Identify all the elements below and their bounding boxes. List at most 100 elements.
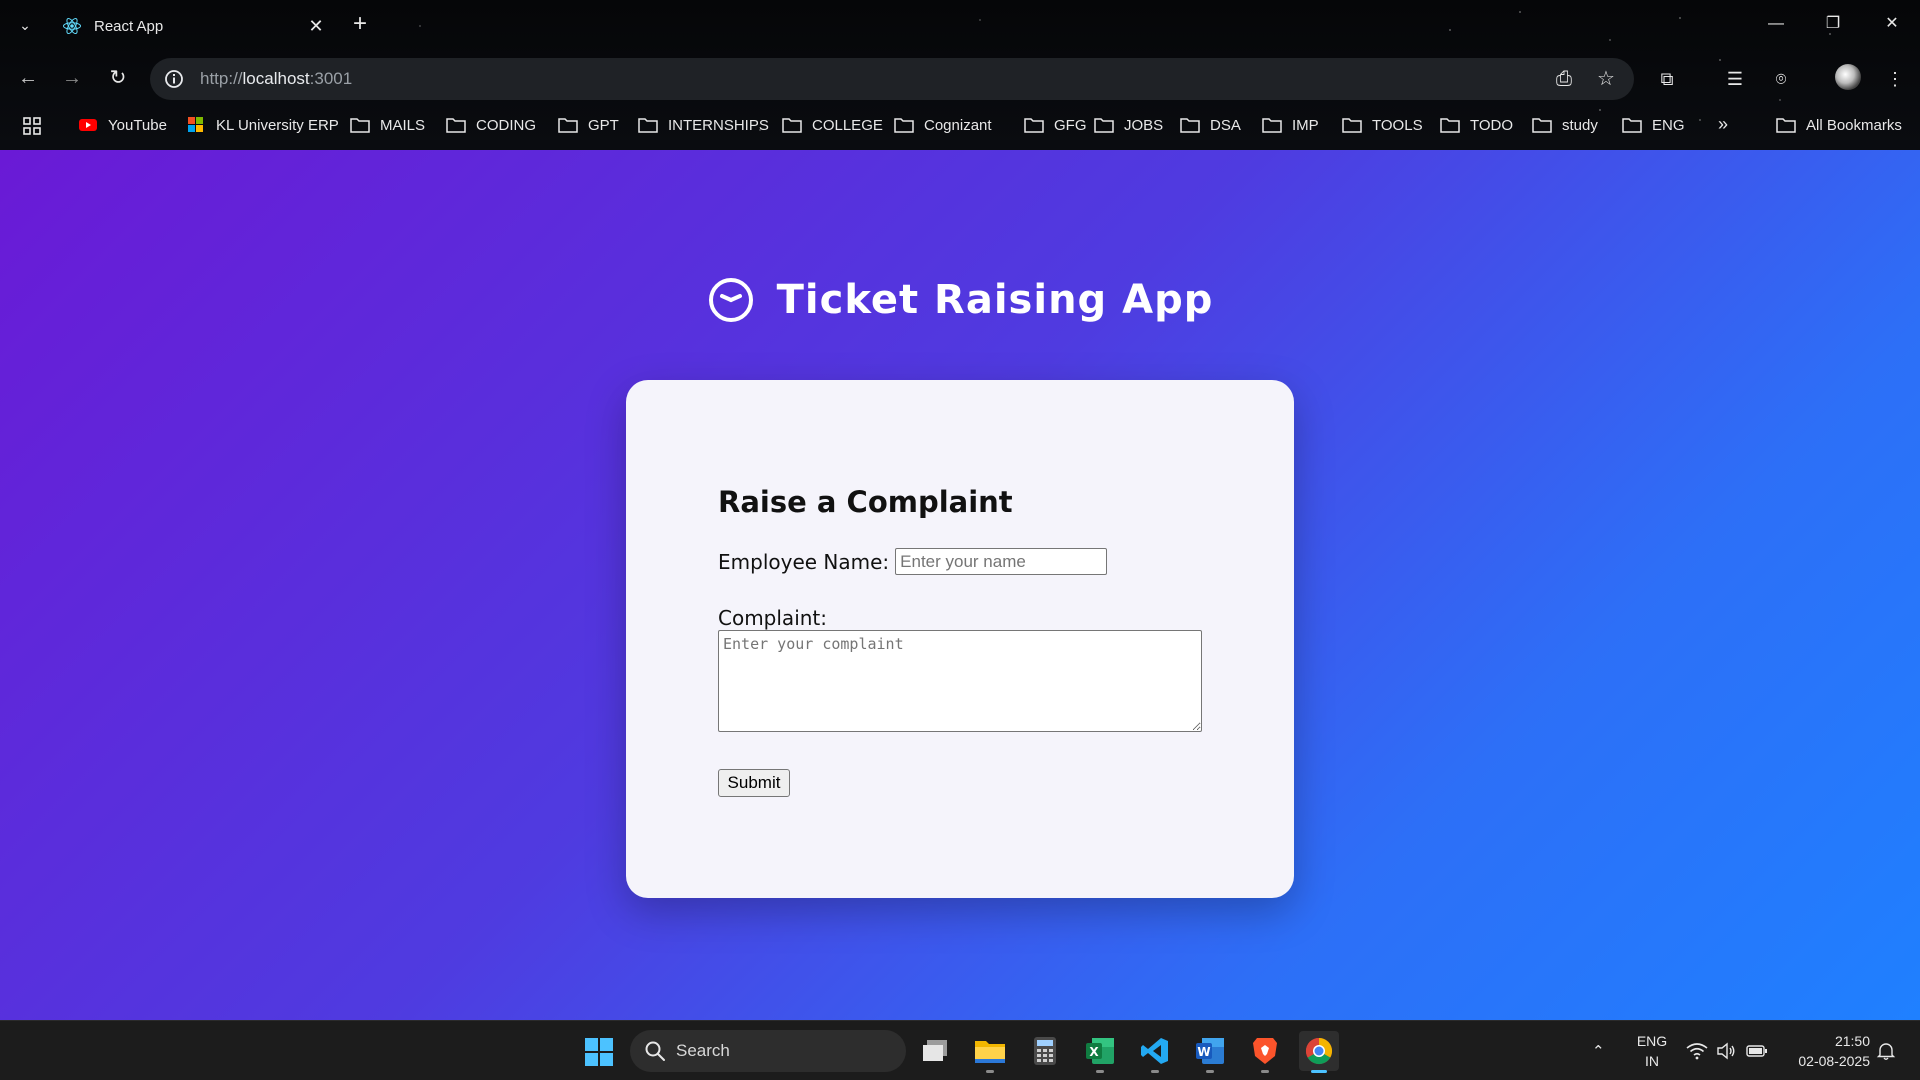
svg-text:W: W — [1197, 1045, 1210, 1059]
bookmark-label: MAILS — [380, 116, 426, 134]
bookmark-label: JOBS — [1124, 116, 1164, 134]
language-indicator[interactable]: ENG IN — [1634, 1031, 1670, 1071]
calculator-icon[interactable] — [1025, 1031, 1065, 1071]
all-bookmarks-button[interactable]: All Bookmarks — [1776, 114, 1902, 136]
bookmark-star-icon[interactable]: ☆ — [1594, 67, 1618, 91]
search-icon — [645, 1041, 665, 1061]
folder-icon — [1342, 118, 1362, 133]
more-bookmarks-chevron-icon[interactable]: » — [1718, 114, 1728, 135]
bookmark-gfg[interactable]: GFG — [1024, 114, 1087, 136]
bookmark-jobs[interactable]: JOBS — [1094, 114, 1163, 136]
screenshot-lens-icon[interactable]: ⌾ — [1768, 66, 1794, 92]
excel-icon[interactable]: X — [1080, 1031, 1120, 1073]
minimize-icon[interactable]: — — [1756, 10, 1796, 38]
install-app-icon[interactable]: ⎙ — [1552, 67, 1576, 91]
bookmark-imp[interactable]: IMP — [1262, 114, 1319, 136]
address-bar[interactable]: http://localhost:3001 ⎙ ☆ — [150, 58, 1634, 100]
forward-arrow-icon[interactable]: → — [58, 64, 86, 92]
bookmark-study[interactable]: study — [1532, 114, 1598, 136]
notifications-icon[interactable] — [1876, 1021, 1896, 1080]
windows-start-icon[interactable] — [584, 1037, 614, 1067]
employee-name-row: Employee Name: — [718, 548, 1108, 575]
youtube-icon — [79, 119, 97, 131]
folder-icon — [1094, 118, 1114, 133]
bookmark-label: YouTube — [108, 116, 167, 134]
bookmark-cognizant[interactable]: Cognizant — [894, 114, 992, 136]
new-tab-icon[interactable]: + — [353, 12, 367, 36]
react-logo-icon — [63, 17, 81, 35]
url-text: http://localhost:3001 — [200, 69, 353, 88]
volume-icon[interactable] — [1716, 1021, 1736, 1080]
system-clock[interactable]: 21:50 02-08-2025 — [1780, 1031, 1870, 1071]
bookmark-label: study — [1562, 116, 1598, 134]
app-header: Ticket Raising App — [0, 276, 1920, 324]
reading-list-icon[interactable]: ☰ — [1722, 66, 1748, 92]
wifi-icon[interactable] — [1686, 1021, 1708, 1080]
bookmark-gpt[interactable]: GPT — [558, 114, 619, 136]
folder-icon — [1180, 118, 1200, 133]
taskbar-search[interactable]: Search — [630, 1030, 906, 1072]
bookmark-kl-university-erp[interactable]: KL University ERP — [186, 114, 339, 136]
battery-icon[interactable] — [1746, 1021, 1768, 1080]
back-arrow-icon[interactable]: ← — [14, 64, 42, 92]
tab-react-app[interactable]: React App ✕ — [52, 8, 336, 44]
bookmark-label: TOOLS — [1372, 116, 1423, 134]
folder-icon — [638, 118, 658, 133]
bookmark-college[interactable]: COLLEGE — [782, 114, 883, 136]
bookmark-eng[interactable]: ENG — [1622, 114, 1685, 136]
close-tab-icon[interactable]: ✕ — [306, 16, 326, 36]
extensions-icon[interactable]: ⧉ — [1654, 66, 1680, 92]
bookmarks-bar: YouTube KL University ERP MAILS CODING GPT IN… — [0, 110, 1920, 140]
more-menu-icon[interactable]: ⋮ — [1882, 66, 1908, 92]
word-icon[interactable]: W — [1190, 1031, 1230, 1073]
tab-title: React App — [94, 17, 164, 35]
folder-icon — [558, 118, 578, 133]
vscode-icon[interactable] — [1135, 1031, 1175, 1073]
bookmark-todo[interactable]: TODO — [1440, 114, 1513, 136]
submit-button[interactable]: Submit — [718, 769, 790, 797]
profile-avatar[interactable] — [1835, 64, 1861, 90]
brave-browser-icon[interactable] — [1245, 1031, 1285, 1073]
bookmark-label: GPT — [588, 116, 619, 134]
windows-taskbar: Search X W ⌃ ENG IN 21:50 02-08-2025 — [0, 1020, 1920, 1080]
employee-name-label: Employee Name: — [718, 549, 890, 574]
bookmark-label: COLLEGE — [812, 116, 883, 134]
bookmark-internships[interactable]: INTERNSHIPS — [638, 114, 769, 136]
bookmark-label: GFG — [1054, 116, 1087, 134]
bookmark-mails[interactable]: MAILS — [350, 114, 425, 136]
employee-name-input[interactable] — [895, 548, 1108, 575]
search-label: Search — [676, 1041, 730, 1060]
bookmark-coding[interactable]: CODING — [446, 114, 536, 136]
apps-grid-icon[interactable] — [22, 116, 42, 136]
app-page: Ticket Raising App Raise a Complaint Emp… — [0, 150, 1920, 1020]
restore-icon[interactable]: ❐ — [1813, 10, 1853, 38]
show-hidden-icons-chevron-icon[interactable]: ⌃ — [1592, 1021, 1605, 1080]
tab-search-chevron-icon[interactable]: ⌄ — [14, 14, 36, 36]
folder-icon — [350, 118, 370, 133]
browser-toolbar: ← → ↻ http://localhost:3001 ⎙ ☆ ⧉ ☰ ⌾ ⋮ — [0, 52, 1920, 104]
complaint-textarea[interactable] — [718, 630, 1202, 732]
form-heading: Raise a Complaint — [718, 485, 1013, 519]
folder-icon — [1622, 118, 1642, 133]
bookmark-youtube[interactable]: YouTube — [78, 114, 167, 136]
bookmark-label: KL University ERP — [216, 116, 339, 134]
close-window-icon[interactable]: ✕ — [1872, 10, 1912, 38]
complaint-card: Raise a Complaint Employee Name: Complai… — [626, 380, 1294, 898]
bookmark-label: ENG — [1652, 116, 1685, 134]
bookmark-label: Cognizant — [924, 116, 992, 134]
file-explorer-icon[interactable] — [970, 1031, 1010, 1073]
site-info-icon[interactable] — [162, 67, 186, 91]
reload-icon[interactable]: ↻ — [104, 64, 132, 92]
bookmark-dsa[interactable]: DSA — [1180, 114, 1241, 136]
chrome-icon[interactable] — [1299, 1031, 1339, 1073]
folder-icon — [1262, 118, 1282, 133]
bookmark-label: DSA — [1210, 116, 1241, 134]
folder-icon — [1024, 118, 1044, 133]
task-view-icon[interactable] — [916, 1031, 956, 1071]
app-title: Ticket Raising App — [776, 277, 1214, 323]
bookmark-tools[interactable]: TOOLS — [1342, 114, 1423, 136]
folder-icon — [1440, 118, 1460, 133]
folder-icon — [782, 118, 802, 133]
bookmark-label: INTERNSHIPS — [668, 116, 769, 134]
browser-chrome: ⌄ React App ✕ + — ❐ ✕ ← → ↻ http://local… — [0, 0, 1920, 150]
